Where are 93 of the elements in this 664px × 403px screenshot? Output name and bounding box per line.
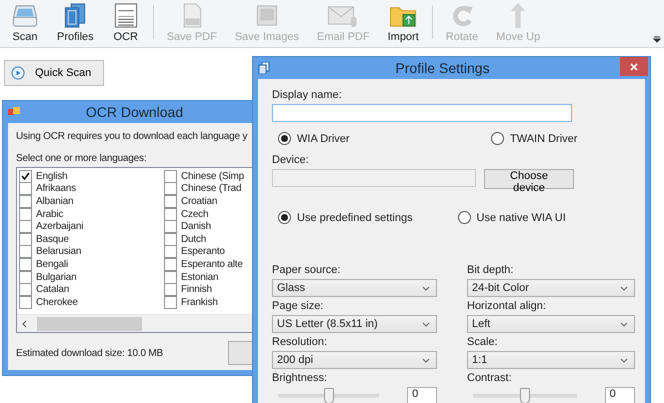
dropdown[interactable]: 24-bit Color	[467, 279, 635, 297]
scrollbar-thumb[interactable]	[37, 316, 142, 330]
field-label: Bit depth:	[467, 264, 514, 276]
display-name-field[interactable]	[272, 104, 572, 122]
checkbox[interactable]	[164, 296, 177, 309]
number-field[interactable]: 0	[407, 387, 437, 403]
checkbox[interactable]	[19, 258, 32, 271]
device-field[interactable]	[272, 169, 476, 187]
language-label: Danish	[181, 221, 211, 232]
field-label: Contrast:	[467, 372, 513, 384]
checkbox[interactable]	[164, 182, 177, 196]
toolbar-button[interactable]: OCR	[102, 0, 149, 47]
language-label: Esperanto alte	[181, 258, 243, 270]
field-label: Display name:	[272, 89, 343, 101]
slider-thumb[interactable]	[324, 388, 334, 403]
radio-label: Use predefined settings	[297, 212, 413, 224]
dropdown[interactable]: Glass	[272, 279, 437, 297]
checkbox[interactable]	[164, 270, 177, 284]
checkbox[interactable]	[19, 182, 32, 196]
language-label: Bulgarian	[36, 272, 76, 283]
close-button[interactable]	[620, 57, 648, 76]
radio-label: TWAIN Driver	[510, 132, 578, 144]
checkbox[interactable]	[164, 245, 177, 258]
language-label: Cherokee	[36, 296, 78, 308]
checkbox[interactable]	[19, 270, 32, 284]
checkbox[interactable]	[164, 220, 177, 234]
radio-button[interactable]	[458, 211, 470, 224]
checkbox[interactable]	[19, 283, 32, 296]
scroll-left-icon[interactable]	[21, 320, 27, 328]
language-label: Estonian	[181, 272, 218, 283]
checkbox[interactable]	[164, 232, 177, 246]
language-label: Azerbaijani	[36, 221, 84, 232]
language-label: Basque	[36, 234, 69, 245]
choose-device-button[interactable]: Choose device	[484, 169, 574, 189]
language-label: Frankish	[181, 296, 218, 308]
checkbox[interactable]	[164, 170, 177, 183]
field-label: Brightness:	[272, 372, 328, 384]
toolbar-button[interactable]: Scan	[2, 0, 48, 47]
window-icon	[8, 107, 20, 117]
radio-button[interactable]	[278, 211, 291, 224]
radio-label: WIA Driver	[297, 132, 350, 144]
checkbox[interactable]	[19, 220, 32, 234]
language-label: English	[36, 170, 68, 182]
language-label: Arabic	[36, 208, 64, 220]
checkbox[interactable]	[164, 258, 177, 271]
language-label: Croatian	[181, 196, 218, 207]
toolbar-button[interactable]: Profiles	[48, 0, 103, 47]
documents-icon	[258, 62, 270, 74]
checkbox[interactable]	[19, 208, 32, 221]
field-label: Page size:	[272, 300, 324, 312]
window-title: OCR Download	[84, 104, 184, 120]
info-text: Using OCR requires you to download each language y	[16, 131, 248, 142]
field-label: Scale:	[467, 336, 499, 348]
language-label: Chinese (Simp	[181, 170, 244, 182]
language-label: Albanian	[36, 196, 74, 207]
play-icon	[11, 66, 25, 80]
toolbar-button[interactable]: Import	[378, 0, 428, 47]
field-label: Resolution:	[272, 336, 328, 348]
language-label: Belarusian	[36, 246, 82, 258]
radio-button[interactable]	[278, 132, 291, 145]
download-size-text: Estimated download size: 10.0 MB	[16, 348, 164, 358]
language-label: Esperanto	[181, 246, 225, 258]
prompt-label: Select one or more languages:	[16, 153, 148, 164]
checkbox[interactable]	[19, 170, 32, 183]
language-label: Finnish	[181, 284, 212, 296]
checkbox[interactable]	[19, 296, 32, 309]
language-label: Bengali	[36, 258, 68, 270]
checkbox[interactable]	[164, 208, 177, 221]
checkbox[interactable]	[164, 283, 177, 296]
language-label: Catalan	[36, 284, 70, 296]
dropdown[interactable]: Left	[467, 315, 635, 333]
field-label: Horizontal align:	[467, 300, 547, 312]
dropdown[interactable]: 200 dpi	[272, 351, 437, 369]
dropdown[interactable]: US Letter (8.5x11 in)	[272, 315, 437, 333]
close-icon	[630, 63, 638, 71]
language-label: Afrikaans	[36, 183, 76, 194]
field-label: Paper source:	[272, 264, 342, 276]
radio-button[interactable]	[491, 132, 504, 145]
checkbox[interactable]	[164, 194, 177, 208]
language-label: Dutch	[181, 234, 206, 245]
window-title: Profile Settings	[394, 60, 491, 76]
checkbox[interactable]	[19, 194, 32, 208]
language-label: Chinese (Trad	[181, 183, 242, 194]
number-field[interactable]: 0	[604, 387, 635, 403]
language-label: Czech	[181, 208, 208, 220]
checkbox[interactable]	[19, 232, 32, 246]
quick-scan-button[interactable]: Quick Scan	[4, 60, 104, 86]
radio-label: Use native WIA UI	[476, 212, 566, 224]
dropdown[interactable]: 1:1	[467, 351, 635, 369]
field-label: Device:	[272, 154, 310, 166]
slider-thumb[interactable]	[520, 388, 530, 403]
overflow-arrow-icon[interactable]	[653, 36, 661, 44]
checkbox[interactable]	[19, 245, 32, 258]
